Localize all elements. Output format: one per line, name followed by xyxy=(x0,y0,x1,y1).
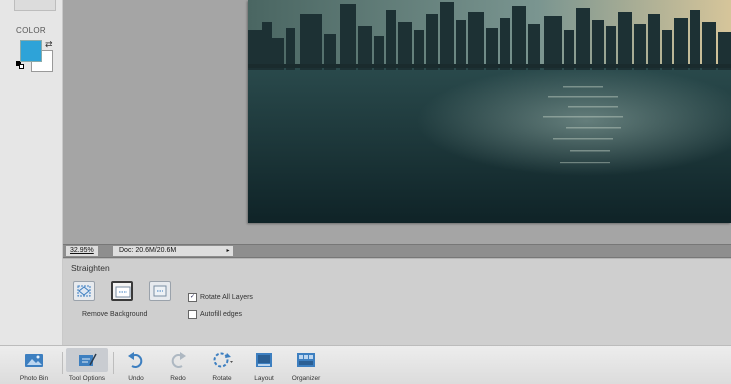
redo-button[interactable]: Redo xyxy=(160,346,196,384)
layout-icon xyxy=(256,353,272,367)
photo-bin-label: Photo Bin xyxy=(19,375,49,382)
canvas-workspace xyxy=(63,0,731,244)
swap-colors-icon[interactable]: ⇄ xyxy=(45,39,53,50)
photo-bin-icon xyxy=(25,354,43,367)
layout-label: Layout xyxy=(254,375,274,382)
default-colors-icon[interactable] xyxy=(16,61,24,69)
tool-options-label: Tool Options xyxy=(68,375,106,382)
taskbar-separator xyxy=(113,352,114,374)
remove-background-button[interactable] xyxy=(111,281,133,301)
undo-label: Undo xyxy=(128,375,144,382)
autofill-edges-label: Autofill edges xyxy=(200,311,243,318)
document-image[interactable] xyxy=(248,0,731,223)
undo-icon xyxy=(128,352,143,368)
crop-to-remove-background-button[interactable] xyxy=(149,281,171,301)
status-menu-arrow-icon[interactable]: ▸ xyxy=(223,246,233,256)
rotate-label: Rotate xyxy=(212,375,232,382)
status-bar: 32.95% Doc: 20.6M/20.6M ▸ xyxy=(63,244,731,258)
color-section-label: COLOR xyxy=(16,26,46,35)
rotate-all-layers-label: Rotate All Layers xyxy=(200,294,253,301)
tool-options-icon xyxy=(79,353,97,366)
zoom-level[interactable]: 32.95% xyxy=(66,246,98,256)
tool-name: Straighten xyxy=(71,263,110,273)
toolbox-top-tools[interactable] xyxy=(14,0,56,11)
organizer-button[interactable]: Organizer xyxy=(283,346,329,384)
rotate-button[interactable]: Rotate xyxy=(202,346,242,384)
autofill-edges-option[interactable]: Autofill edges xyxy=(188,310,242,319)
tool-options-button[interactable]: Tool Options xyxy=(62,346,112,384)
redo-icon xyxy=(171,352,186,368)
autofill-edges-checkbox[interactable] xyxy=(188,310,197,319)
rotate-icon xyxy=(213,352,233,368)
foreground-color-swatch[interactable] xyxy=(20,40,42,62)
rotate-all-layers-option[interactable]: ✓ Rotate All Layers xyxy=(188,293,253,302)
city-skyline-photo xyxy=(248,0,731,223)
crop-to-original-size-icon xyxy=(77,285,91,297)
bottom-taskbar: Photo Bin Tool Options Undo Redo Rotate … xyxy=(0,345,731,384)
rotate-all-layers-checkbox[interactable]: ✓ xyxy=(188,293,197,302)
remove-background-icon xyxy=(115,286,131,298)
crop-to-remove-background-icon xyxy=(153,285,167,297)
crop-to-original-size-button[interactable] xyxy=(73,281,95,301)
organizer-icon xyxy=(297,353,315,367)
document-size: Doc: 20.6M/20.6M xyxy=(113,246,233,256)
undo-button[interactable]: Undo xyxy=(118,346,154,384)
tool-options-panel: Straighten Remove Background ✓ Rotate Al… xyxy=(63,258,731,346)
mode-caption: Remove Background xyxy=(82,311,148,318)
toolbox-panel: COLOR ⇄ xyxy=(0,0,63,345)
layout-button[interactable]: Layout xyxy=(246,346,282,384)
photo-bin-button[interactable]: Photo Bin xyxy=(8,346,60,384)
redo-label: Redo xyxy=(170,375,186,382)
organizer-label: Organizer xyxy=(291,375,321,382)
